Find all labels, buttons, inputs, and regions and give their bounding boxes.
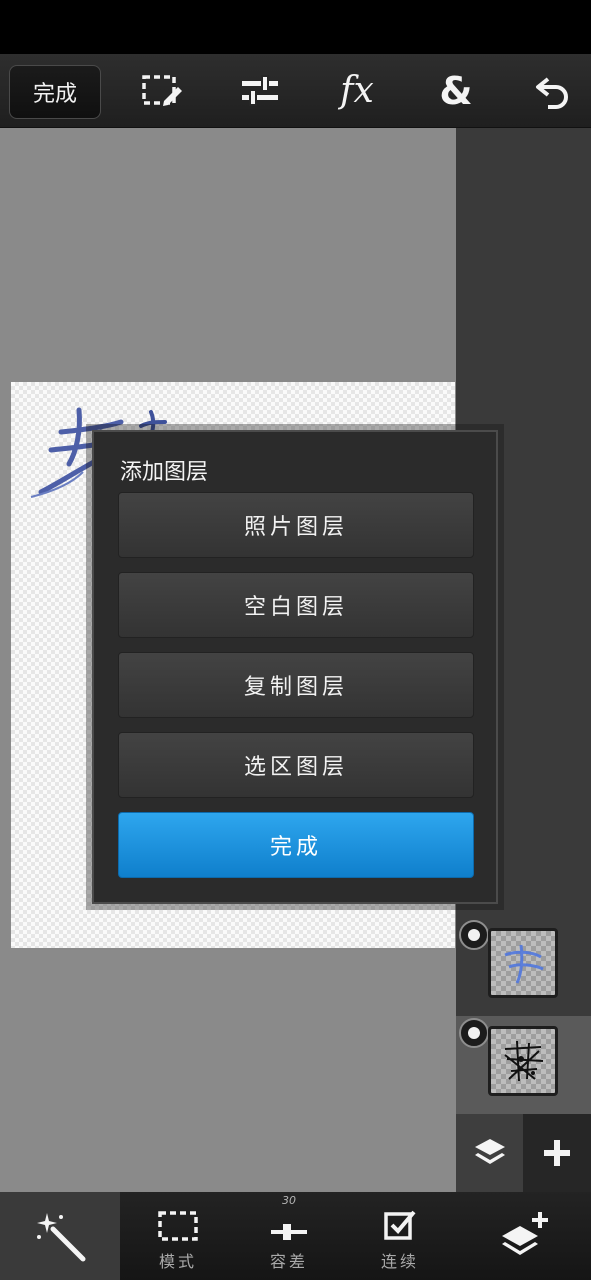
selection-layer-button[interactable]: 选区图层 (118, 732, 474, 798)
layer-item-1[interactable] (456, 918, 591, 1016)
layer-item-2[interactable] (456, 1016, 591, 1114)
layers-toggle-button[interactable] (456, 1114, 523, 1192)
layer-visibility-toggle[interactable] (459, 1018, 489, 1048)
mode-tool-label: 模式 (158, 1252, 197, 1271)
bottom-toolbar: 模式 30 容差 连续 (0, 1192, 591, 1280)
layers-icon (474, 1139, 505, 1164)
add-layer-plus-button[interactable] (523, 1114, 591, 1192)
contiguous-tool-label: 连续 (380, 1252, 419, 1271)
plus-icon (544, 1140, 570, 1166)
duplicate-layer-button[interactable]: 复制图层 (118, 652, 474, 718)
photo-layer-button[interactable]: 照片图层 (118, 492, 474, 558)
magic-wand-icon (37, 1213, 86, 1262)
undo-icon[interactable] (528, 68, 578, 114)
top-toolbar: 完成 fx & (0, 54, 591, 128)
layers-panel-footer (456, 1114, 591, 1192)
tolerance-tool[interactable]: 30 容差 (234, 1192, 344, 1280)
tolerance-slider-icon (271, 1224, 307, 1240)
mode-tool[interactable]: 模式 (123, 1192, 233, 1280)
add-layer-dialog: 添加图层 照片图层 空白图层 复制图层 选区图层 完成 (92, 430, 498, 904)
status-bar (0, 0, 591, 54)
layer-thumbnail[interactable] (488, 1026, 558, 1096)
selection-edit-icon[interactable] (137, 68, 187, 114)
app-screen: 完成 fx & 模式 30 容差 连续 添加图层 照片图层 空白图层 复制图层 … (0, 0, 591, 1280)
marquee-icon (158, 1211, 198, 1241)
dialog-title: 添加图层 (120, 460, 209, 485)
tolerance-tool-label: 容差 (269, 1252, 308, 1271)
dialog-done-button[interactable]: 完成 (118, 812, 474, 878)
tolerance-value: 30 (282, 1194, 296, 1207)
add-layer-button[interactable] (456, 1192, 591, 1280)
layer-thumbnail[interactable] (488, 928, 558, 998)
add-layer-icon (501, 1212, 548, 1255)
magic-wand-tool[interactable] (0, 1192, 120, 1280)
blank-layer-button[interactable]: 空白图层 (118, 572, 474, 638)
adjustments-icon[interactable] (235, 68, 285, 114)
checkbox-icon (384, 1210, 416, 1240)
contiguous-tool[interactable]: 连续 (345, 1192, 455, 1280)
blend-icon[interactable]: & (431, 68, 481, 114)
done-button[interactable]: 完成 (9, 65, 101, 119)
layer-visibility-toggle[interactable] (459, 920, 489, 950)
fx-icon[interactable]: fx (332, 68, 382, 114)
